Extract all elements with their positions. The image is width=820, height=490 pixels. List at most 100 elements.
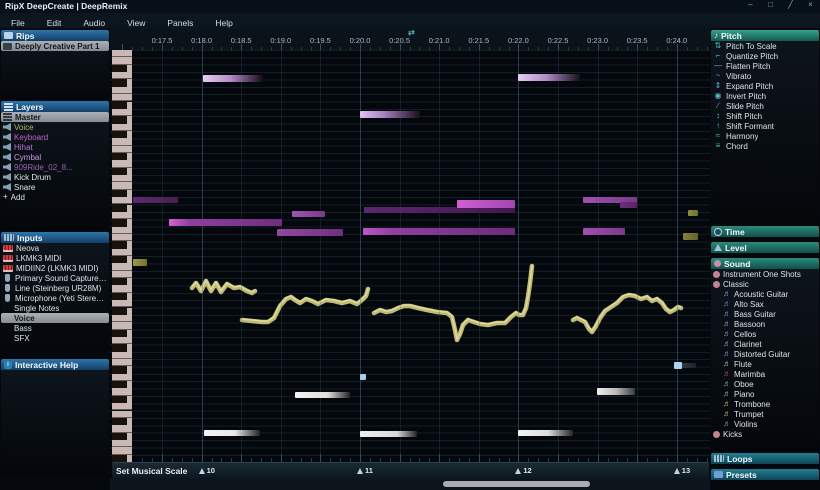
sound-item-cellos[interactable]: ♬Cellos (711, 329, 819, 339)
note-bar[interactable] (674, 362, 682, 369)
set-musical-scale-label[interactable]: Set Musical Scale (116, 466, 187, 476)
white-key[interactable] (112, 388, 132, 395)
white-key[interactable] (112, 57, 132, 64)
layers-panel-header[interactable]: Layers (1, 101, 109, 112)
set-musical-scale-bar[interactable]: Set Musical Scale 10111213 (112, 462, 709, 478)
sound-item-piano[interactable]: ♬Piano (711, 389, 819, 399)
black-key[interactable] (112, 278, 132, 285)
layer-item-master[interactable]: Master (1, 112, 109, 122)
black-key[interactable] (112, 102, 132, 109)
sound-item-acoustic-guitar[interactable]: ♬Acoustic Guitar (711, 289, 819, 299)
white-key[interactable] (112, 72, 132, 79)
white-key[interactable] (112, 146, 132, 153)
white-key[interactable] (112, 160, 132, 167)
layer-item-hihat[interactable]: Hihat (1, 142, 109, 152)
pitch-panel-header[interactable]: ♪ Pitch (711, 30, 819, 41)
black-key[interactable] (112, 168, 132, 175)
note-bar[interactable] (360, 111, 420, 118)
menu-file[interactable]: File (0, 16, 36, 28)
black-key[interactable] (112, 116, 132, 123)
sound-item-kicks[interactable]: Kicks (711, 429, 819, 439)
pitch-tool-shift-formant[interactable]: ↑Shift Formant (711, 121, 819, 131)
black-key[interactable] (112, 219, 132, 226)
note-bar[interactable] (518, 74, 580, 81)
white-key[interactable] (112, 138, 132, 145)
note-bar[interactable] (583, 228, 625, 235)
sound-item-violins[interactable]: ♬Violins (711, 419, 819, 429)
measure-marker-12[interactable]: 12 (515, 466, 531, 475)
note-bar[interactable] (597, 388, 635, 395)
white-key[interactable] (112, 359, 132, 366)
pitch-tool-shift-pitch[interactable]: ↕Shift Pitch (711, 111, 819, 121)
black-key[interactable] (112, 79, 132, 86)
timeline-ruler[interactable]: 0:17.50:18.00:18.50:19.00:19.50:20.00:20… (110, 28, 710, 50)
note-bar[interactable] (277, 229, 343, 236)
sound-item-alto-sax[interactable]: ♬Alto Sax (711, 299, 819, 309)
black-key[interactable] (112, 418, 132, 425)
note-bar[interactable] (133, 259, 147, 266)
note-bar[interactable] (682, 363, 696, 368)
black-key[interactable] (112, 433, 132, 440)
white-key[interactable] (112, 197, 132, 204)
note-bar[interactable] (133, 197, 178, 203)
layer-item-keyboard[interactable]: Keyboard (1, 132, 109, 142)
white-key[interactable] (112, 124, 132, 131)
black-key[interactable] (112, 131, 132, 138)
white-key[interactable] (112, 249, 132, 256)
white-key[interactable] (112, 315, 132, 322)
sound-item-flute[interactable]: ♬Flute (711, 359, 819, 369)
pitch-tool-slide-pitch[interactable]: ∕Slide Pitch (711, 101, 819, 111)
white-key[interactable] (112, 175, 132, 182)
measure-marker-11[interactable]: 11 (357, 466, 373, 475)
sound-item-classic[interactable]: Classic (711, 279, 819, 289)
input-item[interactable]: Neova (1, 243, 109, 253)
voice-pitch-line[interactable] (374, 266, 532, 340)
sound-item-oboe[interactable]: ♬Oboe (711, 379, 819, 389)
layer-item-snare[interactable]: Snare (1, 182, 109, 192)
input-item[interactable]: LKMK3 MIDI (1, 253, 109, 263)
white-key[interactable] (112, 411, 132, 418)
pitch-tool-quantize-pitch[interactable]: ⌐Quantize Pitch (711, 51, 819, 61)
layer-item-kick-drum[interactable]: Kick Drum (1, 172, 109, 182)
input-item[interactable]: Line (Steinberg UR28M) (1, 283, 109, 293)
menu-audio[interactable]: Audio (72, 16, 116, 28)
black-key[interactable] (112, 330, 132, 337)
white-key[interactable] (112, 440, 132, 447)
black-key[interactable] (112, 256, 132, 263)
black-key[interactable] (112, 293, 132, 300)
black-key[interactable] (112, 381, 132, 388)
white-key[interactable] (112, 300, 132, 307)
input-item[interactable]: MIDIIN2 (LKMK3 MIDI) (1, 263, 109, 273)
sound-item-distorted-guitar[interactable]: ♬Distorted Guitar (711, 349, 819, 359)
layer-item-cymbal[interactable]: Cymbal (1, 152, 109, 162)
white-key[interactable] (112, 227, 132, 234)
sound-item-bass-guitar[interactable]: ♬Bass Guitar (711, 309, 819, 319)
black-key[interactable] (112, 65, 132, 72)
add-layer-button[interactable]: +Add (1, 192, 109, 202)
note-bar[interactable] (363, 228, 515, 235)
note-bar[interactable] (292, 211, 325, 217)
rip-item[interactable]: Deeply Creative Part 1 (1, 41, 109, 51)
white-key[interactable] (112, 271, 132, 278)
note-bar[interactable] (203, 75, 263, 82)
layer-item-909ride-02-8-[interactable]: 909Ride_02_8... (1, 162, 109, 172)
help-panel-header[interactable]: Interactive Help (1, 359, 109, 370)
note-bar[interactable] (620, 202, 637, 208)
pitch-tool-invert-pitch[interactable]: ◉Invert Pitch (711, 91, 819, 101)
pitch-canvas[interactable] (110, 50, 710, 462)
pitch-tool-flatten-pitch[interactable]: —Flatten Pitch (711, 61, 819, 71)
presets-panel-header[interactable]: Presets (711, 469, 819, 480)
note-bar[interactable] (683, 233, 698, 240)
sound-item-clarinet[interactable]: ♬Clarinet (711, 339, 819, 349)
pitch-tool-pitch-to-scale[interactable]: ⇅Pitch To Scale (711, 41, 819, 51)
menu-edit[interactable]: Edit (36, 16, 73, 28)
white-key[interactable] (112, 285, 132, 292)
white-key[interactable] (112, 337, 132, 344)
black-key[interactable] (112, 308, 132, 315)
pitch-tool-expand-pitch[interactable]: ⇕Expand Pitch (711, 81, 819, 91)
layer-item-voice[interactable]: Voice (1, 122, 109, 132)
white-key[interactable] (112, 234, 132, 241)
white-key[interactable] (112, 50, 132, 57)
level-panel-header[interactable]: Level (711, 242, 819, 253)
menu-help[interactable]: Help (204, 16, 243, 28)
